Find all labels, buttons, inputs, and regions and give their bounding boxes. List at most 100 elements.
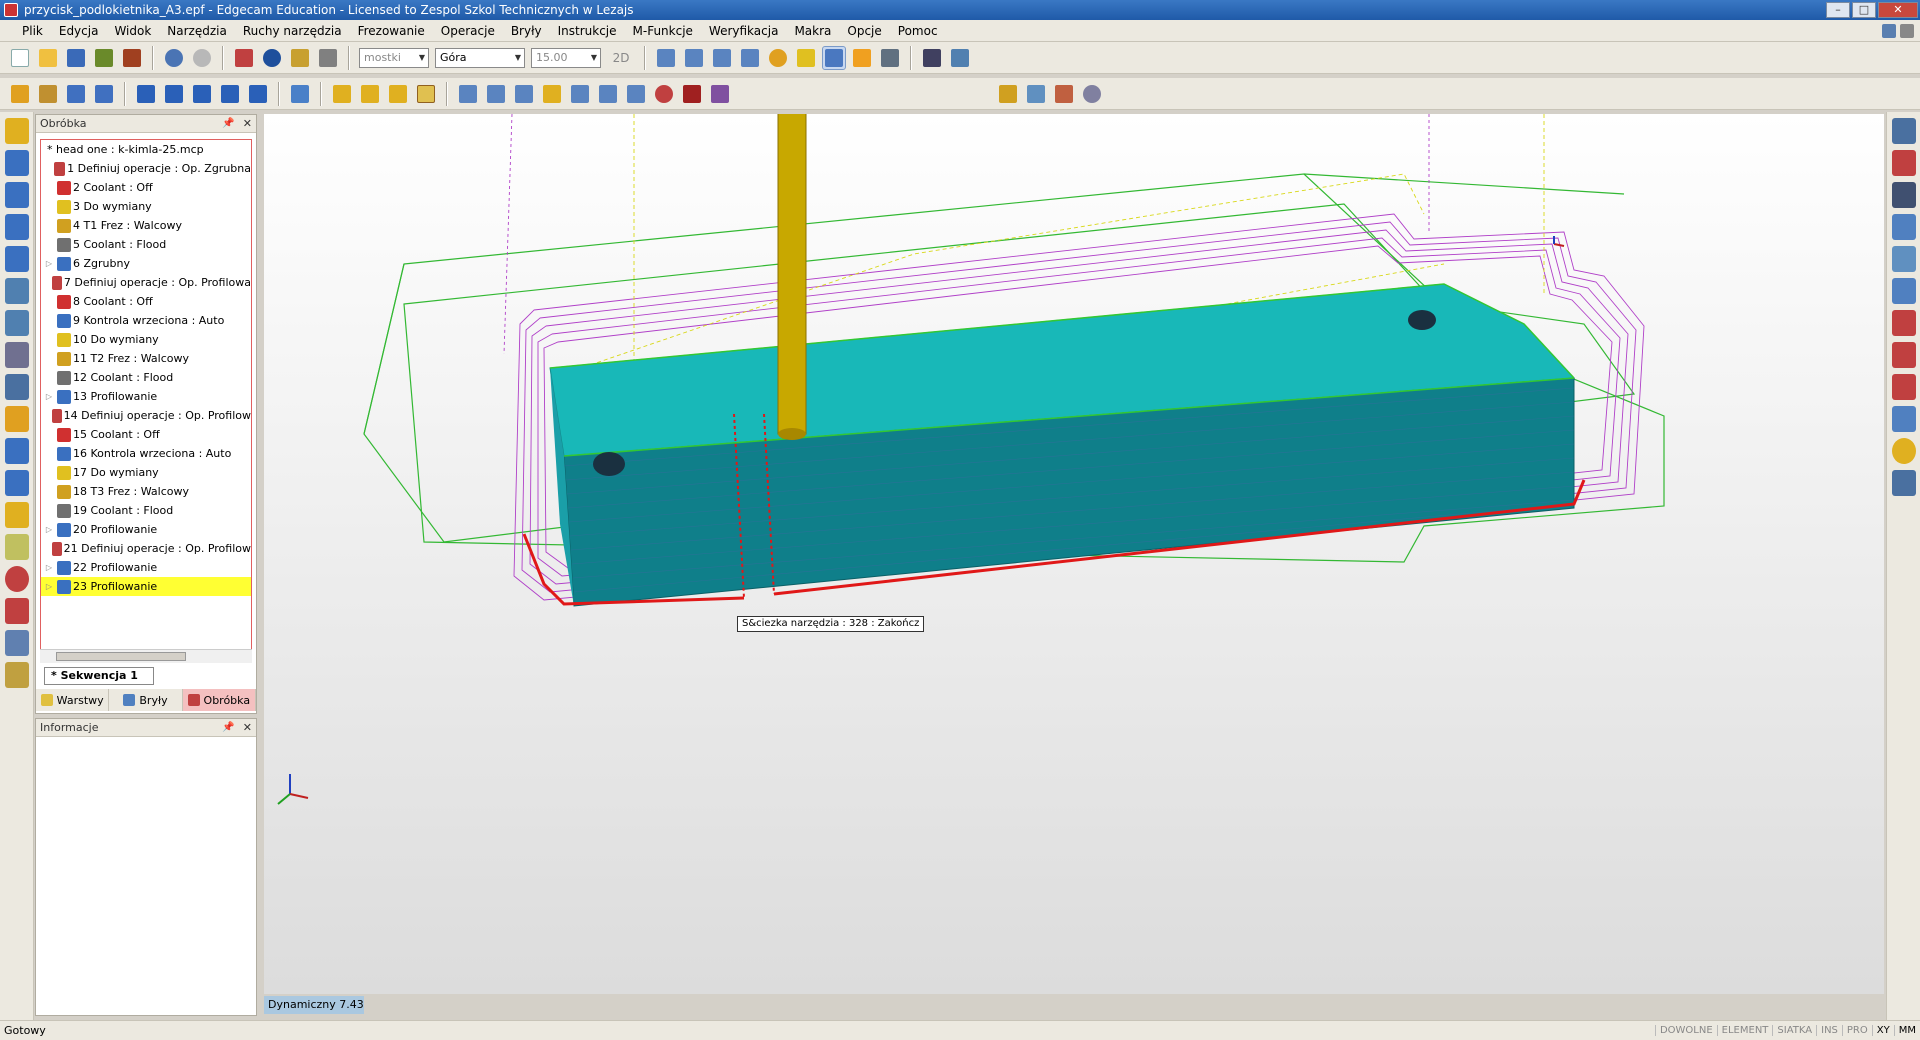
menu-instrukcje[interactable]: Instrukcje [550, 24, 625, 38]
menu-ruchy-narzedzia[interactable]: Ruchy narzędzia [235, 24, 350, 38]
info-button[interactable] [260, 46, 284, 70]
wrench-icon[interactable] [5, 662, 29, 688]
menu-widok[interactable]: Widok [106, 24, 159, 38]
stop-icon[interactable] [1892, 342, 1916, 368]
feed-button[interactable] [190, 82, 214, 106]
engrave-icon[interactable] [5, 630, 29, 656]
menu-pomoc[interactable]: Pomoc [890, 24, 946, 38]
hole-cycle-icon[interactable] [5, 502, 29, 528]
coolant-icon[interactable] [1892, 150, 1916, 176]
status-flag-element[interactable]: ELEMENT [1716, 1025, 1773, 1036]
expand-icon[interactable]: ▷ [41, 254, 57, 273]
status-flag-siatka[interactable]: SIATKA [1772, 1025, 1816, 1036]
zoom-window-button[interactable] [654, 46, 678, 70]
move-icon[interactable] [1892, 214, 1916, 240]
slot-button[interactable] [512, 82, 536, 106]
tab-obrobka[interactable]: Obróbka [182, 689, 256, 711]
status-flag-dowolne[interactable]: DOWOLNE [1654, 1025, 1717, 1036]
tree-root[interactable]: * head one : k-kimla-25.mcp [41, 140, 251, 159]
wireframe-button[interactable] [850, 46, 874, 70]
dimension-button[interactable] [316, 46, 340, 70]
delete-button[interactable] [232, 46, 256, 70]
close-icon[interactable]: ✕ [243, 721, 252, 734]
redo-button[interactable] [190, 46, 214, 70]
menu-operacje[interactable]: Operacje [433, 24, 503, 38]
comment-icon[interactable] [1892, 182, 1916, 208]
tap-button[interactable] [386, 82, 410, 106]
tree-item[interactable]: 12 Coolant : Flood [41, 368, 251, 387]
mill-button[interactable] [330, 82, 354, 106]
mode-2d-button[interactable]: 2D [606, 46, 636, 70]
tree-item[interactable]: ▷ 22 Profilowanie [41, 558, 251, 577]
tree-item[interactable]: 19 Coolant : Flood [41, 501, 251, 520]
tree-item[interactable]: 2 Coolant : Off [41, 178, 251, 197]
tree-item[interactable]: 4 T1 Frez : Walcowy [41, 216, 251, 235]
cycle-icon[interactable] [1892, 438, 1916, 464]
view-combo[interactable]: Góra ▼ [435, 47, 525, 68]
export-button[interactable] [120, 46, 144, 70]
new-file-button[interactable] [8, 46, 32, 70]
open-file-button[interactable] [36, 46, 60, 70]
zoom-out-button[interactable] [710, 46, 734, 70]
minimize-button[interactable]: – [1826, 2, 1850, 18]
close-button[interactable]: ✕ [1878, 2, 1918, 18]
profile-button[interactable] [36, 82, 60, 106]
tool-button[interactable] [288, 82, 312, 106]
measure-button[interactable] [288, 46, 312, 70]
menu-frezowanie[interactable]: Frezowanie [350, 24, 433, 38]
tree-item[interactable]: ▷ 13 Profilowanie [41, 387, 251, 406]
tree-item[interactable]: 1 Definiuj operacje : Op. Zgrubna [41, 159, 251, 178]
workplane-button[interactable] [948, 46, 972, 70]
transform-icon[interactable] [1892, 246, 1916, 272]
chamfer-button[interactable] [540, 82, 564, 106]
settings-button[interactable] [1080, 82, 1104, 106]
menu-makra[interactable]: Makra [786, 24, 839, 38]
zoom-fit-button[interactable] [738, 46, 762, 70]
shaded-view-button[interactable] [822, 45, 846, 70]
status-flag-pro[interactable]: PRO [1841, 1025, 1872, 1036]
tree-item[interactable]: 15 Coolant : Off [41, 425, 251, 444]
status-flag-mm[interactable]: MM [1893, 1025, 1920, 1036]
thread-cycle-icon[interactable] [5, 534, 29, 560]
menu-edycja[interactable]: Edycja [51, 24, 107, 38]
tree-item[interactable]: 3 Do wymiany [41, 197, 251, 216]
tree-item[interactable]: 10 Do wymiany [41, 330, 251, 349]
sequence-tab[interactable]: * Sekwencja 1 [44, 667, 154, 685]
tab-warstwy[interactable]: Warstwy [36, 689, 110, 711]
tree-item[interactable]: 11 T2 Frez : Walcowy [41, 349, 251, 368]
expand-icon[interactable]: ▷ [41, 558, 57, 577]
menu-m-funkcje[interactable]: M-Funkcje [625, 24, 701, 38]
instruction-icon[interactable] [1892, 118, 1916, 144]
tree-item[interactable]: 8 Coolant : Off [41, 292, 251, 311]
operation-tree[interactable]: * head one : k-kimla-25.mcp 1 Definiuj o… [40, 139, 252, 659]
simulate-button[interactable] [996, 82, 1020, 106]
tree-item[interactable]: ▷ 6 Zgrubny [41, 254, 251, 273]
pan-button[interactable] [794, 46, 818, 70]
datum-icon[interactable] [1892, 278, 1916, 304]
tree-item[interactable]: 21 Definiuj operacje : Op. Profilow [41, 539, 251, 558]
import-button[interactable] [92, 46, 116, 70]
tab-bryly[interactable]: Bryły [109, 689, 183, 711]
line-button[interactable] [64, 82, 88, 106]
verify-button[interactable] [1024, 82, 1048, 106]
expand-icon[interactable]: ▷ [41, 520, 57, 539]
stack-icon[interactable] [5, 214, 29, 240]
zoom-in-button[interactable] [682, 46, 706, 70]
drill-cycle-icon[interactable] [5, 598, 29, 624]
layer-combo[interactable]: mostki ▼ [359, 47, 429, 68]
pause-icon[interactable] [1892, 374, 1916, 400]
flowline-icon[interactable] [5, 374, 29, 400]
maximize-button[interactable]: □ [1852, 2, 1876, 18]
spiral-cycle-icon[interactable] [5, 566, 29, 592]
pocket-button[interactable] [484, 82, 508, 106]
tree-item[interactable]: ▷ 20 Profilowanie [41, 520, 251, 539]
plunge-button[interactable] [134, 82, 158, 106]
pocket-cycle-icon[interactable] [5, 342, 29, 368]
spiral-button[interactable] [652, 82, 676, 106]
value-combo[interactable]: 15.00 ▼ [531, 47, 601, 68]
axis-icon[interactable] [1892, 310, 1916, 336]
rotate-view-button[interactable] [766, 46, 790, 70]
menu-opcje[interactable]: Opcje [839, 24, 889, 38]
menu-plik[interactable]: Plik [14, 24, 51, 38]
menu-narzedzia[interactable]: Narzędzia [159, 24, 235, 38]
